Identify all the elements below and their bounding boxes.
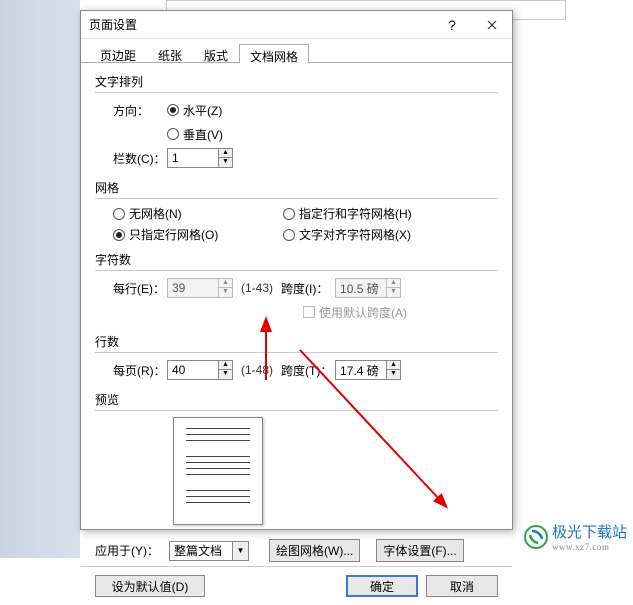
tab-layout[interactable]: 版式 — [193, 43, 239, 62]
label-direction: 方向： — [113, 102, 167, 119]
radio-vertical[interactable]: 垂直(V) — [167, 126, 223, 143]
spin-down-icon: ▼ — [386, 288, 400, 297]
radio-icon — [283, 229, 295, 241]
watermark-url: www.xz7.com — [552, 542, 627, 552]
line-pitch-input[interactable] — [336, 361, 386, 379]
label-per-page: 每页(R)： — [113, 362, 167, 379]
spin-down-icon: ▼ — [218, 288, 232, 297]
columns-input[interactable] — [168, 149, 218, 167]
radio-icon — [167, 128, 179, 140]
columns-spinner[interactable]: ▲▼ — [167, 148, 233, 168]
radio-icon — [113, 208, 125, 220]
help-button[interactable]: ? — [432, 11, 472, 39]
group-preview: 预览 — [95, 391, 498, 411]
spin-down-icon[interactable]: ▼ — [218, 158, 232, 167]
spin-up-icon[interactable]: ▲ — [218, 361, 232, 370]
per-page-range: (1-48) — [241, 363, 273, 377]
group-lines: 行数 — [95, 333, 498, 353]
radio-label: 只指定行网格(O) — [129, 226, 218, 243]
chevron-down-icon[interactable]: ▼ — [232, 542, 248, 560]
group-text-direction: 文字排列 — [95, 73, 498, 93]
radio-label: 无网格(N) — [129, 205, 182, 222]
spin-up-icon[interactable]: ▲ — [218, 149, 232, 158]
per-page-spinner[interactable]: ▲▼ — [167, 360, 233, 380]
tab-document-grid[interactable]: 文档网格 — [239, 44, 309, 63]
per-line-spinner: ▲▼ — [167, 278, 233, 298]
per-page-input[interactable] — [168, 361, 218, 379]
watermark: 极光下载站 www.xz7.com — [524, 521, 627, 552]
radio-horizontal[interactable]: 水平(Z) — [167, 102, 222, 119]
spin-down-icon[interactable]: ▼ — [218, 370, 232, 379]
watermark-text: 极光下载站 — [552, 521, 627, 542]
radio-label: 水平(Z) — [183, 102, 222, 119]
radio-label: 垂直(V) — [183, 126, 223, 143]
spin-up-icon: ▲ — [218, 279, 232, 288]
radio-label: 指定行和字符网格(H) — [299, 205, 412, 222]
label-apply-to: 应用于(Y)： — [95, 542, 163, 559]
dialog-title: 页面设置 — [81, 16, 432, 33]
checkbox-use-default-pitch: 使用默认跨度(A) — [303, 304, 407, 321]
close-button[interactable] — [472, 11, 512, 39]
checkbox-icon — [303, 306, 315, 318]
label-columns: 栏数(C)： — [113, 150, 167, 167]
font-settings-button[interactable]: 字体设置(F)... — [376, 539, 463, 562]
apply-to-input[interactable] — [170, 542, 232, 560]
label-line-pitch: 跨度(T)： — [281, 362, 335, 379]
spin-up-icon[interactable]: ▲ — [386, 361, 400, 370]
radio-label: 文字对齐字符网格(X) — [299, 226, 411, 243]
line-pitch-spinner[interactable]: ▲▼ — [335, 360, 401, 380]
label-per-line: 每行(E)： — [113, 280, 167, 297]
radio-icon — [283, 208, 295, 220]
radio-icon — [167, 104, 179, 116]
per-line-range: (1-43) — [241, 281, 273, 295]
set-default-button[interactable]: 设为默认值(D) — [95, 575, 205, 597]
drawing-grid-button[interactable]: 绘图网格(W)... — [269, 539, 360, 562]
radio-snap-chars[interactable]: 文字对齐字符网格(X) — [283, 226, 447, 243]
close-icon — [487, 20, 497, 30]
watermark-logo-icon — [524, 525, 548, 549]
spin-up-icon: ▲ — [386, 279, 400, 288]
ok-button[interactable]: 确定 — [346, 575, 418, 597]
per-line-input — [168, 279, 218, 297]
spin-down-icon[interactable]: ▼ — [386, 370, 400, 379]
cancel-button[interactable]: 取消 — [426, 575, 498, 597]
tab-strip: 页边距 纸张 版式 文档网格 — [81, 39, 512, 63]
checkbox-label: 使用默认跨度(A) — [319, 304, 407, 321]
radio-lines-only[interactable]: 只指定行网格(O) — [113, 226, 277, 243]
radio-lines-chars[interactable]: 指定行和字符网格(H) — [283, 205, 447, 222]
radio-no-grid[interactable]: 无网格(N) — [113, 205, 277, 222]
char-pitch-spinner: ▲▼ — [335, 278, 401, 298]
tab-margins[interactable]: 页边距 — [89, 43, 147, 62]
label-char-pitch: 跨度(I)： — [281, 280, 335, 297]
preview-thumbnail — [173, 417, 263, 525]
page-setup-dialog: 页面设置 ? 页边距 纸张 版式 文档网格 文字排列 方向： 水平(Z) — [80, 10, 513, 530]
tab-paper[interactable]: 纸张 — [147, 43, 193, 62]
char-pitch-input — [336, 279, 386, 297]
titlebar: 页面设置 ? — [81, 11, 512, 39]
group-chars: 字符数 — [95, 251, 498, 271]
radio-icon — [113, 229, 125, 241]
group-grid: 网格 — [95, 179, 498, 199]
